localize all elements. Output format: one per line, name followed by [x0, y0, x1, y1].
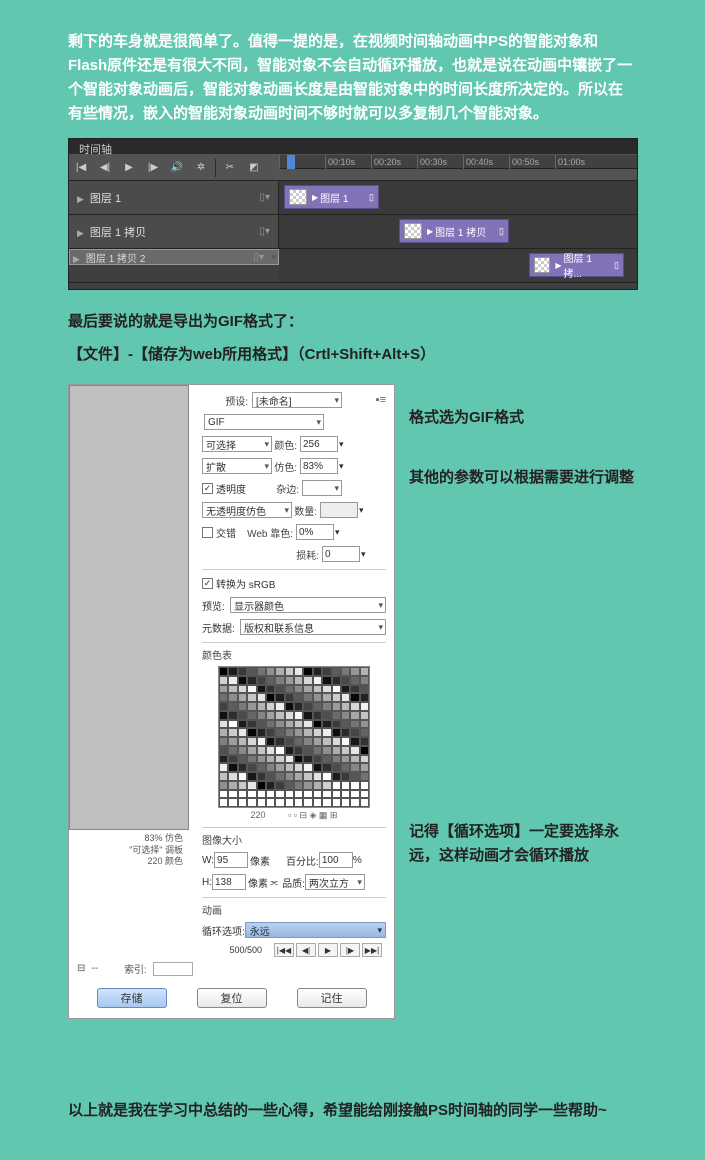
transition-icon[interactable]: ◩ [243, 158, 265, 178]
menu-icon[interactable]: ▪≡ [376, 394, 386, 406]
menu-path: 【文件】-【储存为web所用格式】（Crtl+Shift+Alt+S） [68, 343, 637, 364]
last-frame-icon[interactable]: ▶▶| [362, 943, 382, 957]
export-heading: 最后要说的就是导出为GIF格式了： [68, 310, 637, 331]
prev-frame-icon[interactable]: ◀| [94, 158, 116, 178]
index-bar: ⊟--索引: [69, 957, 394, 980]
prev-icon[interactable]: ◀| [296, 943, 316, 957]
srgb-check[interactable]: ✓ [202, 578, 213, 589]
time-ruler[interactable]: 00:10s 00:20s 00:30s 00:40s 00:50s 01:00… [279, 155, 637, 169]
first-frame-icon[interactable]: |◀◀ [274, 943, 294, 957]
track-menu-icon[interactable]: ▯▾ [259, 192, 270, 203]
play-icon[interactable]: ▶ [118, 158, 140, 178]
dither-input[interactable]: 83% [300, 458, 338, 474]
format-select[interactable]: GIF [204, 414, 324, 430]
goto-start-icon[interactable]: |◀ [70, 158, 92, 178]
track-row[interactable]: ▶图层 1 拷贝▯▾ ▶图层 1 拷贝▯ [69, 215, 637, 249]
next-frame-icon[interactable]: |▶ [142, 158, 164, 178]
audio-icon[interactable]: 🔊 [166, 158, 188, 178]
chevron-right-icon[interactable]: ▶ [77, 194, 84, 204]
matte-select[interactable] [302, 480, 342, 496]
timeline-panel: 时间轴 |◀ ◀| ▶ |▶ 🔊 ✲ ✂ ◩ 00:10s 00:20s 00:… [68, 138, 638, 290]
preview-pane [69, 385, 189, 830]
height-input[interactable]: 138 [212, 874, 246, 890]
next-icon[interactable]: |▶ [340, 943, 360, 957]
clip[interactable]: ▶图层 1 拷...▯ [529, 253, 624, 277]
algorithm-select[interactable]: 可选择 [202, 436, 272, 452]
note-params: 其他的参数可以根据需要进行调整 [409, 466, 637, 490]
amount-input [320, 502, 358, 518]
track-row[interactable]: ▶图层 1 拷贝 2▯▾ ▶图层 1 拷...▯ [69, 249, 637, 283]
index-input[interactable] [153, 962, 193, 976]
chevron-right-icon[interactable]: ▶ [77, 228, 84, 238]
loop-select[interactable]: 永远 [245, 922, 386, 938]
settings-icon[interactable]: ✲ [190, 158, 212, 178]
clip[interactable]: ▶图层 1▯ [284, 185, 379, 209]
percent-input[interactable]: 100 [319, 852, 353, 868]
colors-input[interactable]: 256 [300, 436, 338, 452]
lossy-input[interactable]: 0 [322, 546, 360, 562]
cut-icon[interactable]: ✂ [219, 158, 241, 178]
playhead-icon[interactable] [287, 155, 295, 169]
clip[interactable]: ▶图层 1 拷贝▯ [399, 219, 509, 243]
dither-select[interactable]: 扩散 [202, 458, 272, 474]
websnap-input[interactable]: 0% [296, 524, 334, 540]
preview-select[interactable]: 显示器颜色 [230, 597, 386, 613]
track-menu-icon[interactable]: ▯▾ [253, 252, 264, 263]
intro-text: 剩下的车身就是很简单了。值得一提的是，在视频时间轴动画中PS的智能对象和Flas… [68, 30, 637, 126]
save-for-web-dialog: 83% 仿色"可选择" 调板220 颜色 预设:[未命名]▪≡ GIF 可选择颜… [68, 384, 395, 1019]
width-input[interactable]: 95 [214, 852, 248, 868]
play-anim-icon[interactable]: ▶ [318, 943, 338, 957]
quality-select[interactable]: 两次立方 [305, 874, 365, 890]
transparency-check[interactable]: ✓ [202, 483, 213, 494]
closing-text: 以上就是我在学习中总结的一些心得，希望能给刚接触PS时间轴的同学一些帮助~ [68, 1099, 637, 1120]
reset-button[interactable]: 复位 [197, 988, 267, 1008]
track-row[interactable]: ▶图层 1▯▾ ▶图层 1▯ [69, 181, 637, 215]
note-format: 格式选为GIF格式 [409, 406, 637, 430]
color-table[interactable] [218, 666, 370, 808]
interlace-check[interactable] [202, 527, 213, 538]
trans-dither-select[interactable]: 无透明度仿色 [202, 502, 292, 518]
preview-info: 83% 仿色"可选择" 调板220 颜色 [69, 831, 189, 870]
save-button[interactable]: 存储 [97, 988, 167, 1008]
track-menu-icon[interactable]: ▯▾ [259, 226, 270, 237]
metadata-select[interactable]: 版权和联系信息 [240, 619, 386, 635]
timeline-tab[interactable]: 时间轴 [69, 139, 637, 155]
preset-select[interactable]: [未命名] [252, 392, 342, 408]
remember-button[interactable]: 记住 [297, 988, 367, 1008]
note-loop: 记得【循环选项】一定要选择永远，这样动画才会循环播放 [409, 820, 637, 868]
chevron-right-icon[interactable]: ▶ [73, 254, 80, 264]
